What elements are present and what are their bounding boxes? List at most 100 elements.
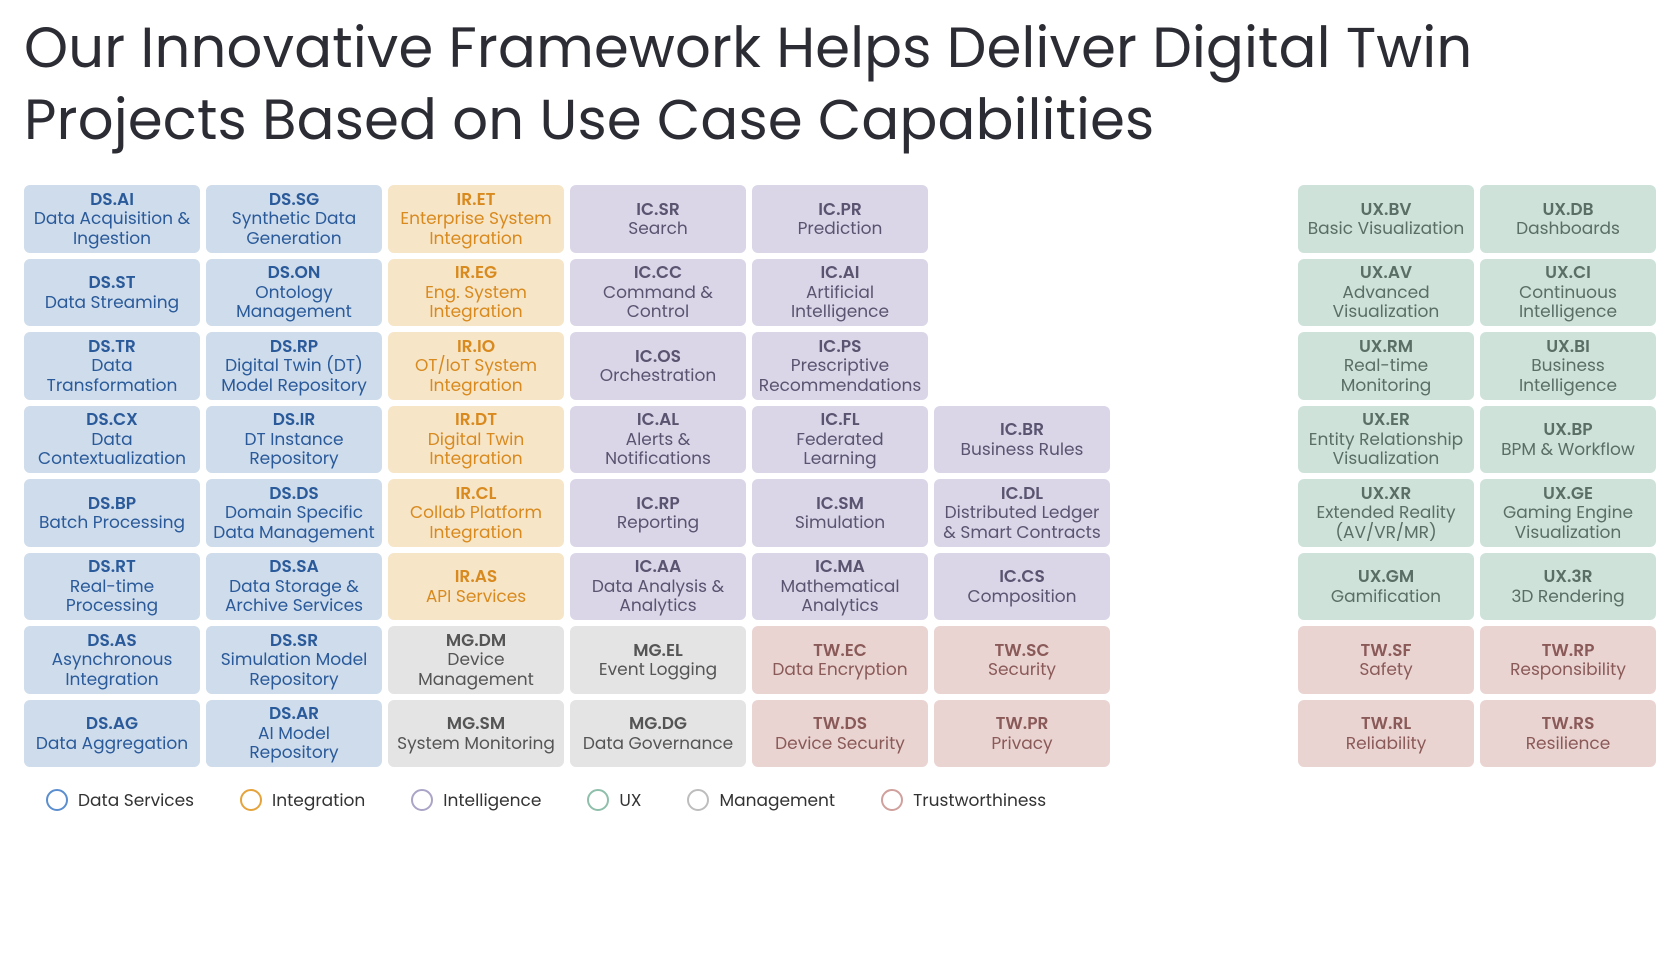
capability-label: Command & Control — [576, 283, 740, 322]
capability-label: Real-time Processing — [30, 577, 194, 616]
legend-swatch-icon — [411, 789, 433, 811]
capability-label: Domain Specific Data Management — [212, 503, 376, 542]
legend-label: Integration — [272, 787, 365, 813]
capability-cell: DS.SGSynthetic Data Generation — [206, 185, 382, 253]
capability-label: Eng. System Integration — [394, 283, 558, 322]
capability-label: Simulation — [795, 513, 885, 533]
capability-label: Data Aggregation — [36, 734, 188, 754]
capability-label: 3D Rendering — [1511, 587, 1624, 607]
capability-cell: TW.RLReliability — [1298, 700, 1474, 768]
legend-item-mg: Management — [687, 787, 835, 813]
capability-cell: DS.RPDigital Twin (DT) Model Repository — [206, 332, 382, 400]
capability-label: Extended Reality (AV/VR/MR) — [1304, 503, 1468, 542]
capability-cell: IC.DLDistributed Ledger & Smart Contract… — [934, 479, 1110, 547]
capability-cell: DS.TRData Transformation — [24, 332, 200, 400]
empty-cell — [1116, 553, 1292, 621]
capability-label: Data Streaming — [45, 293, 179, 313]
capability-cell: IC.AAData Analysis & Analytics — [570, 553, 746, 621]
capability-cell: DS.ASAsynchronous Integration — [24, 626, 200, 694]
capability-cell: IC.AIArtificial Intelligence — [752, 259, 928, 327]
capability-cell: DS.ARAI Model Repository — [206, 700, 382, 768]
capability-cell: TW.SCSecurity — [934, 626, 1110, 694]
capability-label: Asynchronous Integration — [30, 650, 194, 689]
capability-cell: UX.XRExtended Reality (AV/VR/MR) — [1298, 479, 1474, 547]
legend-label: Management — [719, 787, 835, 813]
capability-cell: UX.GEGaming Engine Visualization — [1480, 479, 1656, 547]
capability-cell: UX.EREntity Relationship Visualization — [1298, 406, 1474, 474]
capability-label: Event Logging — [599, 660, 717, 680]
capability-label: API Services — [426, 587, 526, 607]
capability-cell: IC.BRBusiness Rules — [934, 406, 1110, 474]
capability-cell: MG.DGData Governance — [570, 700, 746, 768]
empty-cell — [1116, 626, 1292, 694]
legend-swatch-icon — [881, 789, 903, 811]
capability-label: Advanced Visualization — [1304, 283, 1468, 322]
legend: Data Services Integration Intelligence UX Ma… — [24, 787, 1656, 813]
capability-cell: IC.FLFederated Learning — [752, 406, 928, 474]
capability-label: Data Transformation — [30, 356, 194, 395]
capability-label: Collab Platform Integration — [394, 503, 558, 542]
capability-label: Continuous Intelligence — [1486, 283, 1650, 322]
page-title: Our Innovative Framework Helps Deliver D… — [24, 12, 1656, 155]
capability-cell: TW.RSResilience — [1480, 700, 1656, 768]
capability-label: Mathematical Analytics — [758, 577, 922, 616]
capability-cell: UX.AVAdvanced Visualization — [1298, 259, 1474, 327]
legend-label: Trustworthiness — [913, 787, 1046, 813]
empty-cell — [934, 185, 1110, 253]
capability-label: Prediction — [798, 219, 883, 239]
capability-label: System Monitoring — [397, 734, 555, 754]
legend-label: Data Services — [78, 787, 194, 813]
capability-cell: MG.SMSystem Monitoring — [388, 700, 564, 768]
capability-label: Orchestration — [600, 366, 716, 386]
empty-cell — [1116, 259, 1292, 327]
capability-cell: DS.CXData Contextualization — [24, 406, 200, 474]
capability-cell: TW.ECData Encryption — [752, 626, 928, 694]
capability-cell: DS.ONOntology Management — [206, 259, 382, 327]
legend-item-ds: Data Services — [46, 787, 194, 813]
capability-cell: UX.BIBusiness Intelligence — [1480, 332, 1656, 400]
capability-cell: UX.BPBPM & Workflow — [1480, 406, 1656, 474]
capability-label: Dashboards — [1516, 219, 1620, 239]
capability-cell: IR.CLCollab Platform Integration — [388, 479, 564, 547]
capability-label: Responsibility — [1510, 660, 1626, 680]
legend-item-ux: UX — [587, 787, 641, 813]
capability-cell: UX.3R3D Rendering — [1480, 553, 1656, 621]
capability-cell: TW.RPResponsibility — [1480, 626, 1656, 694]
capability-label: BPM & Workflow — [1501, 440, 1635, 460]
capability-label: Simulation Model Repository — [212, 650, 376, 689]
capability-label: Data Governance — [583, 734, 733, 754]
capability-grid: DS.AIData Acquisition & IngestionDS.SGSy… — [24, 185, 1656, 767]
capability-cell: DS.IRDT Instance Repository — [206, 406, 382, 474]
capability-cell: DS.AGData Aggregation — [24, 700, 200, 768]
capability-label: Business Rules — [961, 440, 1084, 460]
capability-label: Artificial Intelligence — [758, 283, 922, 322]
capability-label: Device Management — [394, 650, 558, 689]
empty-cell — [1116, 406, 1292, 474]
capability-label: OT/IoT System Integration — [394, 356, 558, 395]
capability-cell: IR.ASAPI Services — [388, 553, 564, 621]
capability-cell: UX.RMReal-time Monitoring — [1298, 332, 1474, 400]
capability-label: AI Model Repository — [212, 724, 376, 763]
capability-label: Data Storage & Archive Services — [212, 577, 376, 616]
legend-item-tw: Trustworthiness — [881, 787, 1046, 813]
empty-cell — [1116, 185, 1292, 253]
capability-cell: UX.CIContinuous Intelligence — [1480, 259, 1656, 327]
capability-label: Gaming Engine Visualization — [1486, 503, 1650, 542]
legend-swatch-icon — [46, 789, 68, 811]
capability-cell: MG.ELEvent Logging — [570, 626, 746, 694]
empty-cell — [1116, 700, 1292, 768]
capability-label: Security — [988, 660, 1056, 680]
capability-cell: DS.SRSimulation Model Repository — [206, 626, 382, 694]
capability-label: Ontology Management — [212, 283, 376, 322]
capability-cell: IC.ALAlerts & Notifications — [570, 406, 746, 474]
empty-cell — [934, 259, 1110, 327]
capability-label: Reporting — [617, 513, 699, 533]
legend-item-ic: Intelligence — [411, 787, 541, 813]
capability-label: DT Instance Repository — [212, 430, 376, 469]
capability-cell: IC.PRPrediction — [752, 185, 928, 253]
capability-cell: UX.DBDashboards — [1480, 185, 1656, 253]
legend-swatch-icon — [240, 789, 262, 811]
capability-cell: IR.IOOT/IoT System Integration — [388, 332, 564, 400]
empty-cell — [1116, 332, 1292, 400]
capability-label: Composition — [967, 587, 1076, 607]
